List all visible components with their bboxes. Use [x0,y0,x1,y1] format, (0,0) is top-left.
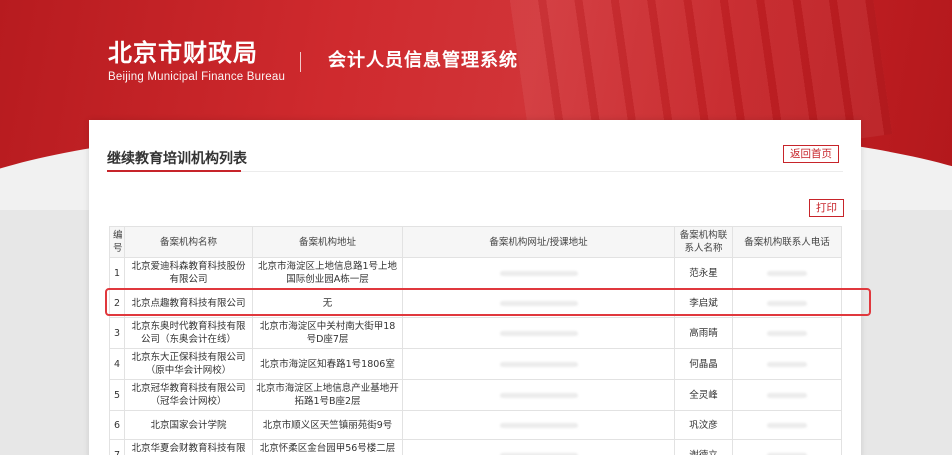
cell-name: 北京华夏会财教育科技有限公司 [124,439,253,455]
redacted-phone [767,392,807,398]
cell-website [402,439,675,455]
header-separator [300,52,301,72]
system-name: 会计人员信息管理系统 [328,50,518,71]
cell-phone [732,317,842,349]
cell-contact: 谢德立 [674,439,733,455]
cell-no: 2 [109,288,125,318]
column-header-no: 编号 [109,226,125,258]
cell-website [402,379,675,411]
cell-no: 5 [109,379,125,411]
cell-contact: 高雨晴 [674,317,733,349]
cell-name: 北京国家会计学院 [124,410,253,440]
cell-no: 6 [109,410,125,440]
cell-no: 3 [109,317,125,349]
column-header-name: 备案机构名称 [124,226,253,258]
cell-no: 4 [109,348,125,380]
column-header-phone: 备案机构联系人电话 [732,226,842,258]
org-name-en: Beijing Municipal Finance Bureau [108,71,286,83]
institution-table: 编号 备案机构名称 备案机构地址 备案机构网址/授课地址 备案机构联系人名称 备… [109,226,842,455]
redacted-website [499,270,578,276]
content-card: 继续教育培训机构列表 返回首页 打印 编号 备案机构名称 备案机构地址 备案机构… [89,120,861,455]
cell-address: 北京市海淀区中关村南大街甲18号D座7层 [252,317,403,349]
cell-contact: 巩汶彦 [674,410,733,440]
cell-phone [732,439,842,455]
table-row[interactable]: 6 北京国家会计学院 北京市顺义区天竺镇丽苑街9号 巩汶彦 [109,410,842,440]
cell-address: 北京市海淀区上地信息路1号上地国际创业园A栋一层 [252,257,403,289]
print-button[interactable]: 打印 [809,199,844,217]
cell-address: 北京市海淀区上地信息产业基地开拓路1号B座2层 [252,379,403,411]
redacted-website [499,392,578,398]
redacted-phone [767,422,807,428]
cell-address: 北京市海淀区知春路1号1806室 [252,348,403,380]
cell-phone [732,410,842,440]
table-header-row: 编号 备案机构名称 备案机构地址 备案机构网址/授课地址 备案机构联系人名称 备… [109,226,842,258]
redacted-phone [767,300,807,306]
redacted-phone [767,361,807,367]
cell-name: 北京爱迪科森教育科技股份有限公司 [124,257,253,289]
cell-address: 无 [252,288,403,318]
redacted-phone [767,270,807,276]
cell-website [402,257,675,289]
cell-contact: 全灵峰 [674,379,733,411]
cell-name: 北京冠华教育科技有限公司（冠华会计网校） [124,379,253,411]
redacted-website [499,300,578,306]
cell-contact: 李启斌 [674,288,733,318]
home-button[interactable]: 返回首页 [783,145,839,163]
column-header-address: 备案机构地址 [252,226,403,258]
cell-phone [732,348,842,380]
redacted-website [499,422,578,428]
cell-address: 北京市顺义区天竺镇丽苑街9号 [252,410,403,440]
cell-phone [732,379,842,411]
cell-name: 北京东大正保科技有限公司（原中华会计网校） [124,348,253,380]
table-row[interactable]: 2 北京点趣教育科技有限公司 无 李启斌 [109,288,842,318]
redacted-website [499,361,578,367]
cell-name: 北京点趣教育科技有限公司 [124,288,253,318]
cell-contact: 何晶晶 [674,348,733,380]
cell-no: 7 [109,439,125,455]
cell-name: 北京东奥时代教育科技有限公司（东奥会计在线） [124,317,253,349]
cell-website [402,348,675,380]
table-row[interactable]: 1 北京爱迪科森教育科技股份有限公司 北京市海淀区上地信息路1号上地国际创业园A… [109,257,842,289]
redacted-website [499,330,578,336]
cell-phone [732,288,842,318]
title-underline [107,170,241,172]
table-row[interactable]: 4 北京东大正保科技有限公司（原中华会计网校） 北京市海淀区知春路1号1806室… [109,348,842,380]
org-name: 北京市财政局 [108,39,258,67]
column-header-website: 备案机构网址/授课地址 [402,226,675,258]
org-logo: 北京市财政局 Beijing Municipal Finance Bureau [108,38,285,83]
cell-website [402,288,675,318]
cell-contact: 范永星 [674,257,733,289]
cell-address: 北京怀柔区金台园甲56号楼二层210室 [252,439,403,455]
cell-no: 1 [109,257,125,289]
column-header-contact: 备案机构联系人名称 [674,226,733,258]
page-title: 继续教育培训机构列表 [107,151,247,167]
table-row[interactable]: 7 北京华夏会财教育科技有限公司 北京怀柔区金台园甲56号楼二层210室 谢德立 [109,439,842,455]
cell-phone [732,257,842,289]
table-row[interactable]: 3 北京东奥时代教育科技有限公司（东奥会计在线） 北京市海淀区中关村南大街甲18… [109,317,842,349]
cell-website [402,317,675,349]
table-row[interactable]: 5 北京冠华教育科技有限公司（冠华会计网校） 北京市海淀区上地信息产业基地开拓路… [109,379,842,411]
cell-website [402,410,675,440]
redacted-phone [767,330,807,336]
